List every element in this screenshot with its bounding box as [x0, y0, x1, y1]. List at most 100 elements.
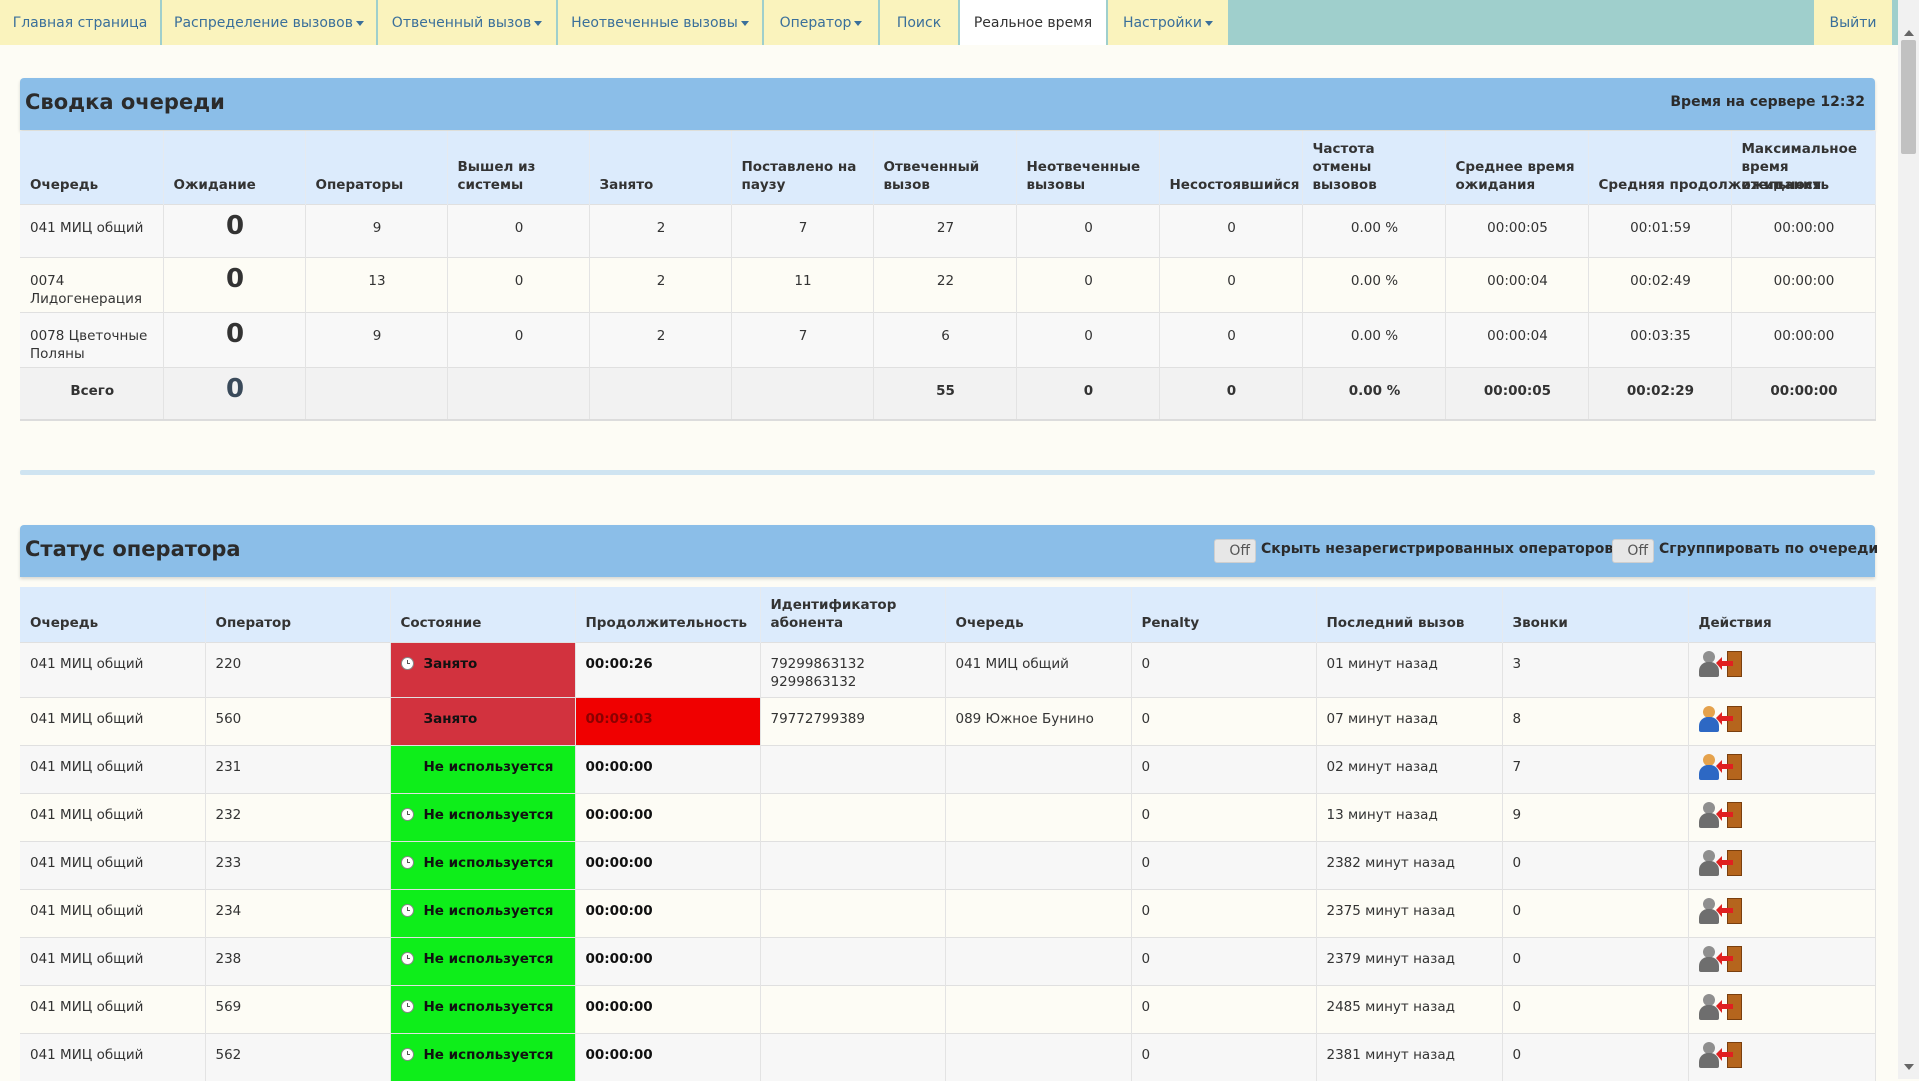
agent-state-cell: Не используется [390, 936, 576, 985]
col-max-wait[interactable]: Максимальное время ожидания [1731, 131, 1876, 204]
penalty: 0 [1131, 888, 1317, 937]
chevron-down-icon [355, 21, 364, 26]
call-queue [945, 1032, 1132, 1081]
actions-cell [1688, 1032, 1876, 1081]
logout-agent-icon[interactable] [1715, 993, 1743, 1020]
agent-queue: 041 МИЦ общий [20, 840, 206, 889]
tab-operator-label: Оператор [779, 14, 852, 31]
queue-name: 0074 Лидогенерация [20, 256, 164, 312]
table-row: 041 МИЦ общий 238 Не используется 00:00:00 0… [20, 936, 1876, 985]
caller-id-cell [760, 744, 946, 793]
agent-duration: 00:00:00 [575, 1032, 761, 1081]
page-scrollbar[interactable] [1898, 0, 1919, 1079]
caller-id-cell [760, 888, 946, 937]
last-call: 2485 минут назад [1316, 984, 1503, 1033]
col-logged-out[interactable]: Вышел из системы [447, 131, 590, 204]
agent-duration: 00:00:00 [575, 840, 761, 889]
tab-search[interactable]: Поиск [880, 0, 958, 45]
calls-count: 3 [1502, 641, 1689, 697]
calls-count: 8 [1502, 696, 1689, 745]
logout-agent-icon[interactable] [1715, 801, 1743, 828]
max-wait: 00:00:00 [1731, 256, 1876, 312]
agent-queue: 041 МИЦ общий [20, 641, 206, 697]
col-agent[interactable]: Оператор [205, 587, 391, 642]
caller-id-cell [760, 792, 946, 841]
agent-state-cell: Занято [390, 641, 576, 697]
col-last-call[interactable]: Последний вызов [1316, 587, 1503, 642]
logged-out-count: 0 [447, 256, 590, 312]
agent-state-cell: Не используется [390, 888, 576, 937]
agent-number: 232 [205, 792, 391, 841]
col-paused[interactable]: Поставлено на паузу [731, 131, 874, 204]
col-call-queue[interactable]: Очередь [945, 587, 1132, 642]
col-queue[interactable]: Очередь [20, 131, 164, 204]
clock-icon [400, 904, 414, 917]
tab-call-distribution[interactable]: Распределение вызовов [162, 0, 376, 45]
tab-operator[interactable]: Оператор [764, 0, 878, 45]
logout-button[interactable]: Выйти [1814, 0, 1892, 45]
total-logged-out-empty [447, 366, 590, 420]
logout-agent-icon[interactable] [1715, 650, 1743, 677]
col-abandon-rate[interactable]: Частота отмены вызовов [1302, 131, 1446, 204]
col-caller-id[interactable]: Идентификатор абонента [760, 587, 946, 642]
logout-agent-icon[interactable] [1715, 705, 1743, 732]
total-label: Всего [20, 366, 164, 420]
scrollbar-thumb[interactable] [1901, 40, 1916, 154]
paused-count: 11 [731, 256, 874, 312]
tab-search-label: Поиск [896, 14, 942, 31]
col-penalty[interactable]: Penalty [1131, 587, 1317, 642]
tab-unanswered-calls[interactable]: Неотвеченные вызовы [558, 0, 762, 45]
failed-count: 0 [1159, 311, 1303, 367]
logout-agent-icon[interactable] [1715, 849, 1743, 876]
agent-queue: 041 МИЦ общий [20, 1032, 206, 1081]
paused-count: 7 [731, 203, 874, 257]
call-queue: 041 МИЦ общий [945, 641, 1132, 697]
calls-count: 0 [1502, 888, 1689, 937]
tab-settings[interactable]: Настройки [1108, 0, 1228, 45]
logout-agent-icon[interactable] [1715, 1041, 1743, 1068]
tab-realtime[interactable]: Реальное время [960, 0, 1106, 45]
col-answered[interactable]: Отвеченный вызов [873, 131, 1017, 204]
scroll-up-icon[interactable] [1904, 30, 1914, 36]
logout-agent-icon[interactable] [1715, 753, 1743, 780]
col-unanswered[interactable]: Неотвеченные вызовы [1016, 131, 1160, 204]
col-state[interactable]: Состояние [390, 587, 576, 642]
tab-home[interactable]: Главная страница [0, 0, 160, 45]
col-agents[interactable]: Операторы [305, 131, 448, 204]
col-queue[interactable]: Очередь [20, 587, 206, 642]
col-failed[interactable]: Несостоявшийся [1159, 131, 1303, 204]
queue-name: 041 МИЦ общий [20, 203, 164, 257]
hide-unregistered-toggle[interactable]: Off [1214, 539, 1256, 563]
logout-agent-icon[interactable] [1715, 945, 1743, 972]
max-wait: 00:00:00 [1731, 203, 1876, 257]
total-agents-empty [305, 366, 448, 420]
col-duration[interactable]: Продолжительность [575, 587, 761, 642]
col-avg-duration[interactable]: Средняя продолжительность [1588, 131, 1829, 204]
agent-number: 234 [205, 888, 391, 937]
agent-state-cell: Занято [390, 696, 576, 745]
actions-cell [1688, 641, 1876, 697]
total-waiting: 0 [163, 366, 306, 420]
agent-state: Не используется [423, 902, 554, 919]
group-by-queue-toggle[interactable]: Off [1612, 539, 1654, 563]
agent-state: Занято [423, 710, 478, 727]
agent-duration: 00:09:03 [575, 696, 761, 745]
actions-cell [1688, 984, 1876, 1033]
col-calls[interactable]: Звонки [1502, 587, 1689, 642]
chevron-down-icon [740, 21, 749, 26]
agent-number: 562 [205, 1032, 391, 1081]
caller-id-cell [760, 936, 946, 985]
scroll-down-icon[interactable] [1904, 1064, 1914, 1070]
total-paused-empty [731, 366, 874, 420]
col-waiting[interactable]: Ожидание [163, 131, 306, 204]
agent-status-rows: 041 МИЦ общий 220 Занято 00:00:26 7929986313… [20, 641, 1876, 1081]
tab-answered-calls[interactable]: Отвеченный вызов [378, 0, 556, 45]
col-avg-wait[interactable]: Среднее время ожидания [1445, 131, 1589, 204]
agent-queue: 041 МИЦ общий [20, 792, 206, 841]
agent-duration: 00:00:00 [575, 888, 761, 937]
col-busy[interactable]: Занято [589, 131, 732, 204]
paused-count: 7 [731, 311, 874, 367]
agent-state-cell: Не используется [390, 744, 576, 793]
agent-state: Не используется [423, 950, 554, 967]
logout-agent-icon[interactable] [1715, 897, 1743, 924]
